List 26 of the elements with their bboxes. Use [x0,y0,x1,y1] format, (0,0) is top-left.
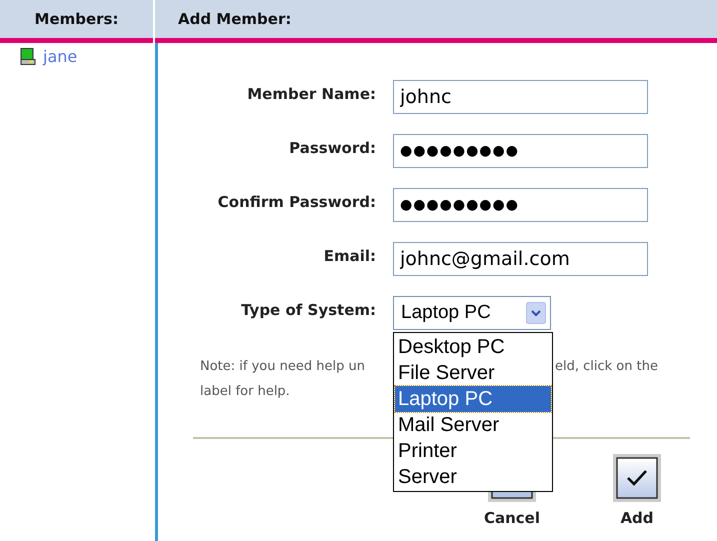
field-label: Type of System: [240,300,376,319]
note-text: Note: if you need help un [200,358,366,376]
sidebar-title: Members: [34,10,118,28]
field-label: Confirm Password: [216,192,376,211]
chevron-icon [526,302,546,324]
field-label: Email: [322,246,376,265]
note-text: eld, click on the [555,358,659,376]
computer-icon [20,48,36,66]
dropdown-option[interactable]: Printer [395,438,551,464]
system-select[interactable]: Laptop PC [393,296,551,330]
dropdown-option[interactable]: File Server [395,360,551,386]
note-text: label for help. [200,383,291,401]
input-field[interactable]: johnc@gmail.com [393,242,648,276]
member-link[interactable]: jane [20,47,155,66]
checkmark-icon [612,453,662,503]
field-label: Password: [288,138,376,157]
field-label: Member Name: [246,84,376,103]
input-field[interactable]: ●●●●●●●●● [393,188,648,222]
panel-title: Add Member: [178,10,292,28]
dropdown-option[interactable]: Server [395,464,551,490]
input-field[interactable]: ●●●●●●●●● [393,134,648,168]
dropdown-option[interactable]: Laptop PC [395,386,551,412]
dropdown-option[interactable]: Desktop PC [395,334,551,360]
add-button[interactable]: Add [612,453,662,527]
dropdown-option[interactable]: Mail Server [395,412,551,438]
input-field[interactable]: johnc [393,80,648,114]
